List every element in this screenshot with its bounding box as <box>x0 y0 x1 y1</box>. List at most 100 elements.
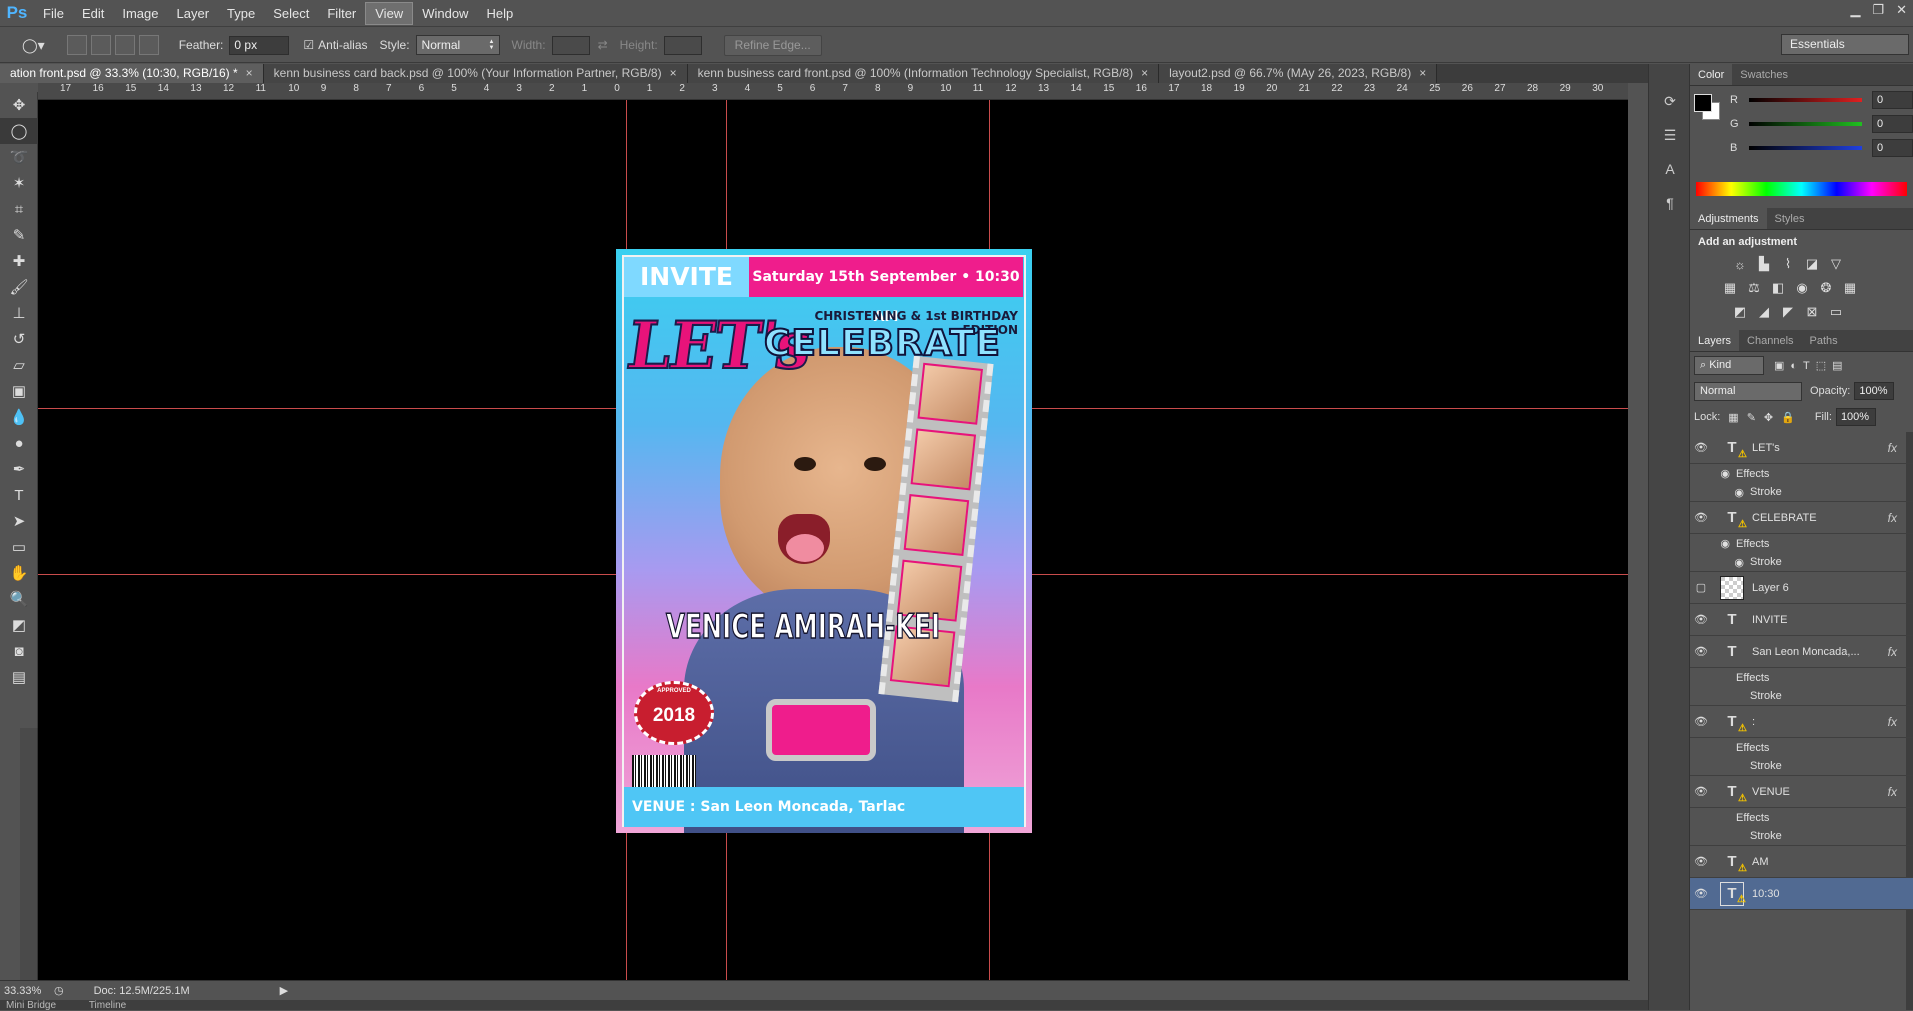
canvas-area[interactable]: INVITE Saturday 15th September • 10:30 A… <box>38 100 1628 980</box>
menu-select[interactable]: Select <box>264 3 318 24</box>
curves-icon[interactable]: ⌇ <box>1778 254 1798 274</box>
lasso-tool-icon[interactable]: ➰ <box>0 144 38 170</box>
visibility-eye-icon[interactable]: 👁 <box>1690 785 1712 798</box>
visibility-eye-icon[interactable]: 👁 <box>1690 511 1712 524</box>
gradient-icon[interactable]: ▣ <box>0 378 38 404</box>
restore-icon[interactable]: ❐ <box>1872 2 1884 18</box>
menu-window[interactable]: Window <box>413 3 477 24</box>
color-spectrum[interactable] <box>1696 182 1907 196</box>
layer-row[interactable]: 👁 T ⚠ VENUE fx <box>1690 776 1913 808</box>
green-slider[interactable] <box>1749 122 1863 126</box>
doc-tab[interactable]: kenn business card back.psd @ 100% (Your… <box>263 64 688 83</box>
poster-document[interactable]: INVITE Saturday 15th September • 10:30 A… <box>616 249 1032 833</box>
tab-swatches[interactable]: Swatches <box>1732 64 1796 85</box>
horizontal-ruler[interactable]: 17 16 15 14 13 12 11 10 9 8 7 6 5 4 3 2 1 0 1 2 3 4 5 6 7 8 9 10 11 1… <box>38 83 1628 100</box>
pen-tool-icon[interactable]: ✒ <box>0 456 38 482</box>
elliptical-marquee-icon[interactable]: ◯▾ <box>22 37 45 54</box>
type-tool-icon[interactable]: T <box>0 482 38 508</box>
lock-icons[interactable]: ▦✎✥🔒 <box>1728 411 1803 424</box>
menu-file[interactable]: File <box>34 3 73 24</box>
levels-icon[interactable]: ▙ <box>1754 254 1774 274</box>
effects-row[interactable]: Effects <box>1690 668 1913 687</box>
fx-icon[interactable]: fx <box>1888 511 1897 525</box>
menu-view[interactable]: View <box>365 1 414 25</box>
stroke-eye-icon[interactable]: ◉ <box>1690 486 1744 499</box>
timeline-tab[interactable]: Timeline <box>89 1000 126 1011</box>
tab-channels[interactable]: Channels <box>1739 330 1801 351</box>
status-info-icon[interactable]: ◷ <box>54 984 64 997</box>
hand-tool-icon[interactable]: ✋ <box>0 560 38 586</box>
visibility-toggle-icon[interactable]: ▢ <box>1690 581 1712 594</box>
opacity-value[interactable]: 100% <box>1854 382 1895 400</box>
magic-wand-icon[interactable]: ✶ <box>0 170 38 196</box>
zoom-tool-icon[interactable]: 🔍 <box>0 586 38 612</box>
intersect-selection-icon[interactable] <box>138 35 159 55</box>
doc-tab[interactable]: kenn business card front.psd @ 100% (Inf… <box>687 64 1160 83</box>
visibility-eye-icon[interactable]: 👁 <box>1690 855 1712 868</box>
close-tab-icon[interactable]: × <box>1141 66 1148 80</box>
fx-icon[interactable]: fx <box>1888 645 1897 659</box>
close-tab-icon[interactable]: × <box>246 66 253 80</box>
refine-edge-button[interactable]: Refine Edge... <box>723 34 822 56</box>
color-lookup-icon[interactable]: ▦ <box>1840 278 1860 298</box>
red-value[interactable]: 0 <box>1872 91 1913 109</box>
rectangle-tool-icon[interactable]: ▭ <box>0 534 38 560</box>
stroke-eye-icon[interactable]: ◉ <box>1690 556 1744 569</box>
feather-input[interactable]: 0 px <box>229 35 290 55</box>
history-brush-icon[interactable]: ↺ <box>0 326 38 352</box>
black-white-icon[interactable]: ◧ <box>1768 278 1788 298</box>
mini-bridge-tab[interactable]: Mini Bridge <box>6 1000 56 1011</box>
tab-adjustments[interactable]: Adjustments <box>1690 208 1767 229</box>
tab-layers[interactable]: Layers <box>1690 330 1740 351</box>
new-selection-icon[interactable] <box>66 35 87 55</box>
doc-tab[interactable]: layout2.psd @ 66.7% (MAy 26, 2023, RGB/8… <box>1159 64 1438 83</box>
quick-mask-icon[interactable]: ◙ <box>0 638 38 664</box>
blue-slider[interactable] <box>1749 146 1863 150</box>
visibility-eye-icon[interactable]: 👁 <box>1690 715 1712 728</box>
layer-row[interactable]: 👁 T ⚠ CELEBRATE fx <box>1690 502 1913 534</box>
stroke-row[interactable]: ◉ Stroke <box>1690 483 1913 502</box>
stroke-row[interactable]: ◉ Stroke <box>1690 553 1913 572</box>
history-panel-icon[interactable]: ⟳ <box>1649 84 1691 118</box>
layer-row[interactable]: 👁 T San Leon Moncada,... fx <box>1690 636 1913 668</box>
threshold-icon[interactable]: ◤ <box>1778 302 1798 322</box>
move-tool-icon[interactable]: ✥ <box>0 92 38 118</box>
effects-row[interactable]: ◉ Effects <box>1690 464 1913 483</box>
eyedropper-icon[interactable]: ✎ <box>0 222 38 248</box>
clone-stamp-icon[interactable]: ⊥ <box>0 300 38 326</box>
layer-row[interactable]: ▢ Layer 6 <box>1690 572 1913 604</box>
color-swatch-icon[interactable]: ◩ <box>0 612 38 638</box>
minimize-icon[interactable]: ▁ <box>1850 2 1860 18</box>
red-slider[interactable] <box>1749 98 1863 102</box>
layer-row[interactable]: 👁 T INVITE <box>1690 604 1913 636</box>
workspace-select[interactable]: Essentials <box>1781 34 1909 55</box>
photo-filter-icon[interactable]: ◉ <box>1792 278 1812 298</box>
layer-filter-icons[interactable]: ▣◐T⬚▤ <box>1774 359 1849 372</box>
selective-color-icon[interactable]: ⊠ <box>1802 302 1822 322</box>
kind-filter-select[interactable]: ⌕ Kind <box>1694 355 1764 375</box>
path-selection-icon[interactable]: ➤ <box>0 508 38 534</box>
close-tab-icon[interactable]: × <box>1419 66 1426 80</box>
visibility-eye-icon[interactable]: 👁 <box>1690 441 1712 454</box>
tab-color[interactable]: Color <box>1690 64 1733 85</box>
fx-icon[interactable]: fx <box>1888 785 1897 799</box>
brush-tool-icon[interactable]: 🖌 <box>0 274 38 300</box>
brightness-icon[interactable]: ☼ <box>1730 254 1750 274</box>
zoom-level[interactable]: 33.33% <box>0 985 48 997</box>
fx-icon[interactable]: fx <box>1888 441 1897 455</box>
gradient-map-icon[interactable]: ▭ <box>1826 302 1846 322</box>
effects-row[interactable]: ◉ Effects <box>1690 534 1913 553</box>
posterize-icon[interactable]: ◢ <box>1754 302 1774 322</box>
color-balance-icon[interactable]: ⚖ <box>1744 278 1764 298</box>
vibrance-icon[interactable]: ▽ <box>1826 254 1846 274</box>
height-input[interactable] <box>663 35 702 55</box>
visibility-eye-icon[interactable]: 👁 <box>1690 887 1712 900</box>
visibility-eye-icon[interactable]: 👁 <box>1690 613 1712 626</box>
close-tab-icon[interactable]: × <box>670 66 677 80</box>
stroke-row[interactable]: Stroke <box>1690 827 1913 846</box>
exposure-icon[interactable]: ◪ <box>1802 254 1822 274</box>
layer-row[interactable]: 👁 T ⚠ : fx <box>1690 706 1913 738</box>
invert-icon[interactable]: ◩ <box>1730 302 1750 322</box>
effects-eye-icon[interactable]: ◉ <box>1690 467 1730 480</box>
layer-row[interactable]: 👁 T ⚠ AM <box>1690 846 1913 878</box>
